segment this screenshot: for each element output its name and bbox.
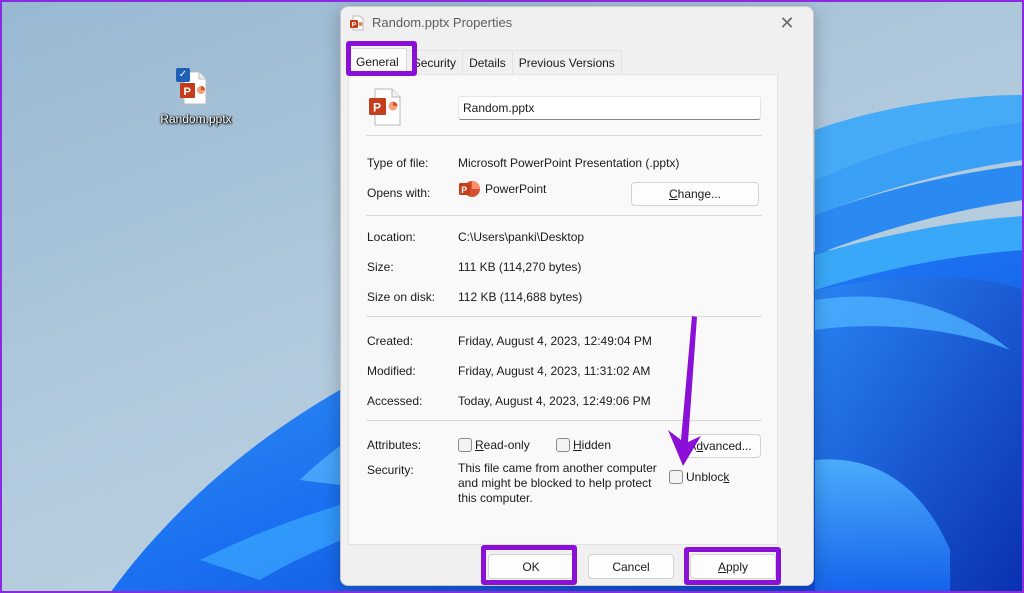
modified-value: Friday, August 4, 2023, 11:31:02 AM [458,364,651,378]
read-only-checkbox-box[interactable] [458,438,472,452]
hidden-checkbox[interactable]: Hidden [556,438,611,452]
separator [366,135,762,136]
created-value: Friday, August 4, 2023, 12:49:04 PM [458,334,652,348]
properties-dialog: P Random.pptx Properties ✕ General Secur… [340,6,814,586]
hidden-label: Hidden [573,438,612,452]
created-label: Created: [367,334,414,348]
size-on-disk-label: Size on disk: [367,290,436,304]
powerpoint-app-icon: P [459,181,480,197]
change-button-label: Change... [668,187,722,201]
ok-button-label: OK [522,559,540,574]
tab-strip: General Security Details Previous Versio… [348,48,622,74]
change-button[interactable]: Change... [631,182,759,206]
desktop-icon-label: Random.pptx [160,112,232,126]
cancel-button[interactable]: Cancel [588,554,674,579]
attributes-label: Attributes: [367,438,422,452]
cancel-button-label: Cancel [612,559,650,574]
tab-security[interactable]: Security [405,50,464,74]
unblock-checkbox[interactable]: Unblock [669,470,729,484]
type-of-file-label: Type of file: [367,156,429,170]
svg-text:P: P [352,22,357,29]
unblock-checkbox-box[interactable] [669,470,683,484]
read-only-checkbox[interactable]: Read-only [458,438,530,452]
type-of-file-value: Microsoft PowerPoint Presentation (.pptx… [458,156,680,170]
pptx-file-icon: P [369,88,401,126]
close-button[interactable]: ✕ [767,9,807,37]
unblock-label: Unblock [686,470,730,484]
size-value: 111 KB (114,270 bytes) [458,260,582,274]
selection-checkbox-icon[interactable]: ✓ [176,68,190,82]
tab-previous-versions[interactable]: Previous Versions [511,50,622,74]
size-label: Size: [367,260,394,274]
opens-with-label: Opens with: [367,186,431,200]
title-bar[interactable]: P Random.pptx Properties ✕ [341,7,813,39]
accessed-label: Accessed: [367,394,423,408]
advanced-button-label: Advanced... [688,439,752,453]
svg-text:P: P [184,86,191,98]
accessed-value: Today, August 4, 2023, 12:49:06 PM [458,394,651,408]
svg-text:P: P [373,101,381,115]
read-only-label: Read-only [475,438,530,452]
pptx-file-icon: P [350,15,364,31]
apply-button-label: Apply [717,559,749,574]
modified-label: Modified: [367,364,416,378]
security-label: Security: [367,463,414,477]
close-icon: ✕ [779,12,795,33]
opens-with-value: PowerPoint [485,182,547,196]
separator [366,316,762,317]
tab-general[interactable]: General [348,48,407,74]
desktop-icon-random-pptx[interactable]: P ✓ Random.pptx [148,66,244,136]
tab-details[interactable]: Details [462,50,513,74]
security-warning-text: This file came from another computer and… [458,461,657,505]
apply-button[interactable]: Apply [690,554,776,579]
ok-button[interactable]: OK [488,554,574,579]
hidden-checkbox-box[interactable] [556,438,570,452]
location-label: Location: [367,230,416,244]
svg-text:P: P [461,185,467,195]
separator [366,215,762,216]
size-on-disk-value: 112 KB (114,688 bytes) [458,290,583,304]
dialog-title: Random.pptx Properties [372,15,513,30]
file-name-input[interactable] [458,96,761,120]
location-value: C:\Users\panki\Desktop [458,230,585,244]
advanced-button[interactable]: Advanced... [679,434,761,458]
general-panel: P Type of file: Microsoft PowerPoint Pre… [348,74,778,545]
separator [366,420,762,421]
